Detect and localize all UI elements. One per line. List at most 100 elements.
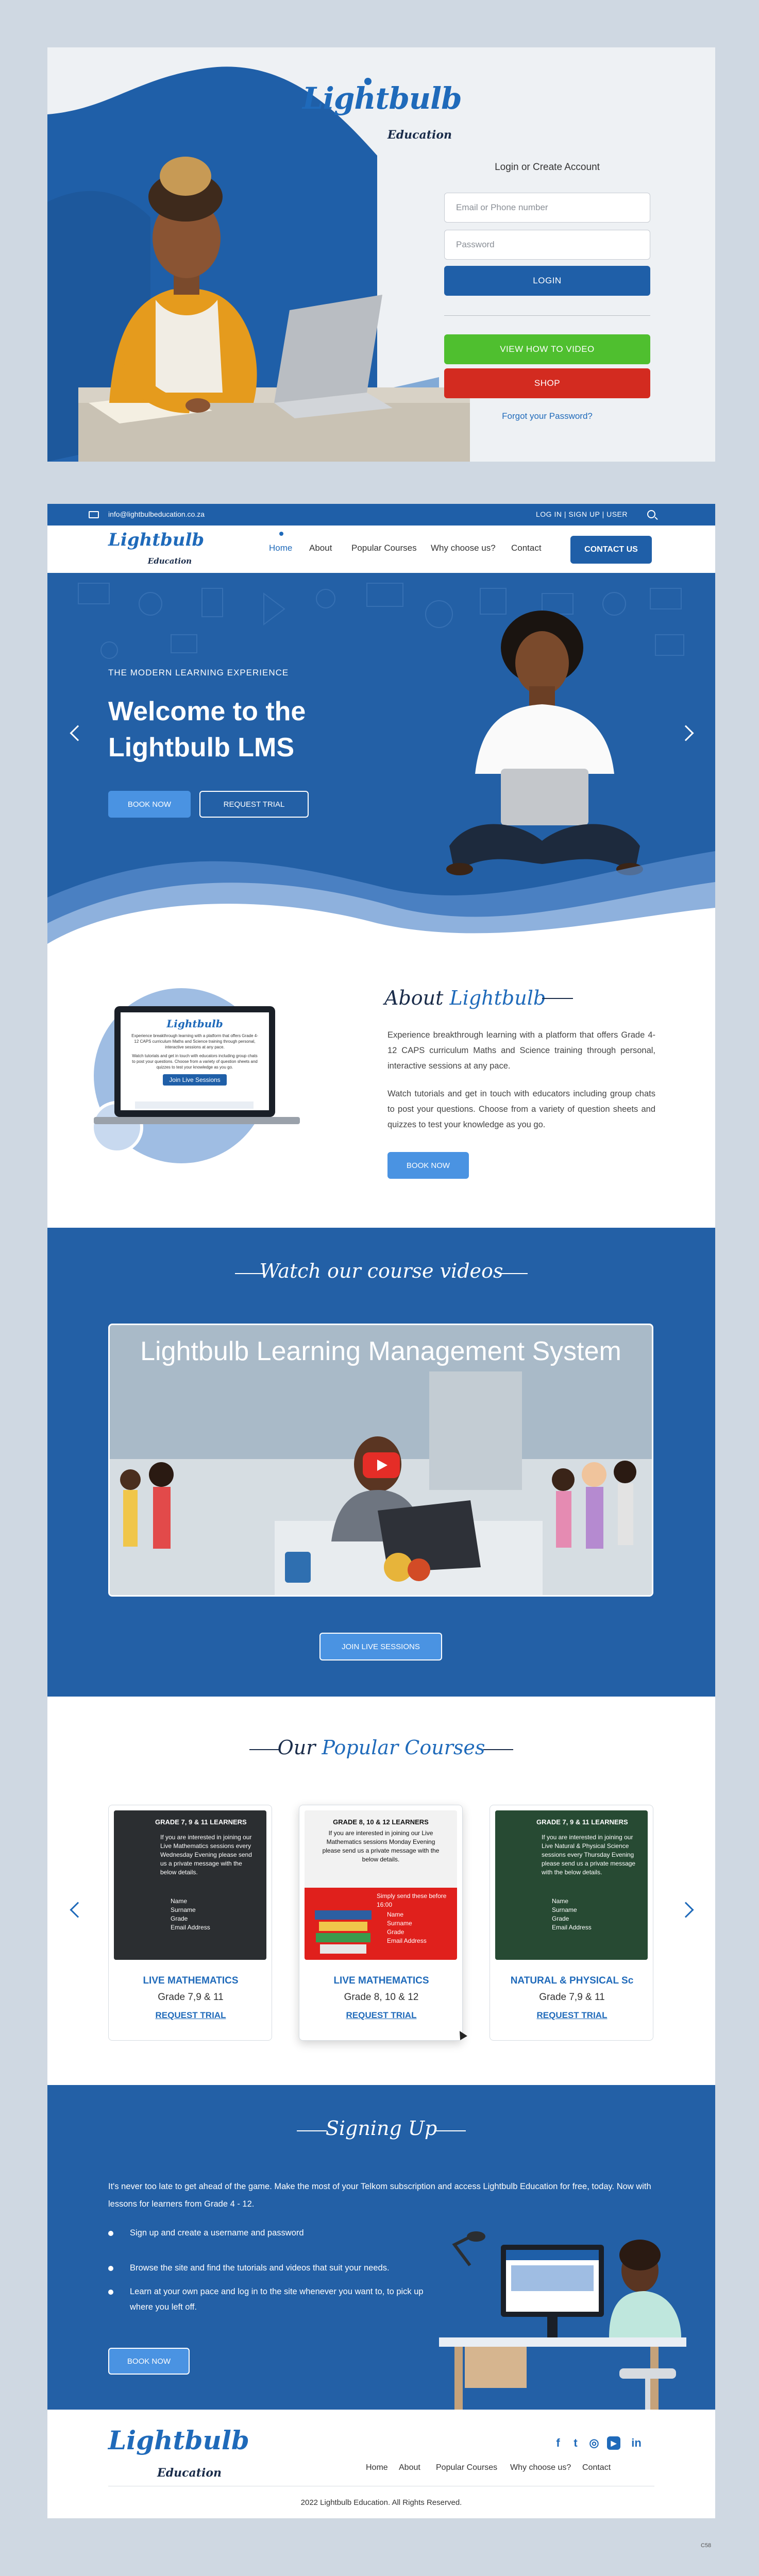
poster-list-item: Grade bbox=[552, 1915, 569, 1922]
website-card: info@lightbulbeducation.co.za LOG IN | S… bbox=[47, 504, 715, 2518]
login-heading: Login or Create Account bbox=[495, 162, 600, 173]
poster-list-item: Email Address bbox=[552, 1924, 592, 1931]
about-book-now-button[interactable]: BOOK NOW bbox=[387, 1152, 469, 1179]
footer-nav-about[interactable]: About bbox=[399, 2463, 420, 2472]
heading-line-right bbox=[498, 1273, 528, 1274]
poster-list-item: Surname bbox=[552, 1906, 577, 1913]
contact-us-button[interactable]: CONTACT US bbox=[570, 536, 652, 564]
about-heading-line bbox=[542, 998, 573, 999]
poster-heading: GRADE 7, 9 & 11 LEARNERS bbox=[155, 1818, 247, 1826]
courses-prev-arrow-icon[interactable] bbox=[70, 1902, 86, 1918]
signing-line-right bbox=[436, 2130, 466, 2131]
hero-request-trial-button[interactable]: REQUEST TRIAL bbox=[199, 791, 309, 818]
cartoon-students-right bbox=[552, 1461, 636, 1549]
view-video-button[interactable]: VIEW HOW TO VIDEO bbox=[444, 334, 650, 364]
nav-home[interactable]: Home bbox=[269, 543, 292, 553]
signing-book-now-button[interactable]: BOOK NOW bbox=[108, 2348, 190, 2375]
poster-list: Name Surname Grade Email Address bbox=[495, 1897, 648, 1932]
course-card[interactable]: GRADE 8, 10 & 12 LEARNERS If you are int… bbox=[299, 1805, 463, 2041]
course-request-trial-link[interactable]: REQUEST TRIAL bbox=[490, 2010, 653, 2021]
laptop-join-button: Join Live Sessions bbox=[163, 1074, 227, 1086]
signing-bullet: Learn at your own pace and log in to the… bbox=[108, 2284, 428, 2315]
video-title: Lightbulb Learning Management System bbox=[140, 1336, 621, 1366]
hero-title: Welcome to the Lightbulb LMS bbox=[108, 697, 306, 762]
hero-wave bbox=[47, 851, 715, 944]
youtube-icon[interactable]: ▶ bbox=[607, 2436, 620, 2450]
footer-nav-popular-courses[interactable]: Popular Courses bbox=[436, 2463, 497, 2472]
signing-bullet: Sign up and create a username and passwo… bbox=[108, 2225, 428, 2241]
nav-logo[interactable]: Lightbulb Education bbox=[108, 530, 204, 571]
main-navbar: Lightbulb Education Home About Popular C… bbox=[47, 526, 715, 573]
student-woman-image bbox=[78, 157, 470, 462]
mail-icon bbox=[89, 511, 99, 518]
signing-bullet-text: Sign up and create a username and passwo… bbox=[130, 2228, 304, 2238]
poster-list-item: Grade bbox=[387, 1928, 404, 1936]
poster-callout: Simply send these before 16:00 bbox=[377, 1892, 447, 1908]
signing-bullet-text: Browse the site and find the tutorials a… bbox=[130, 2263, 390, 2273]
about-heading-highlight: Lightbulb bbox=[449, 987, 546, 1009]
hero-banner: THE MODERN LEARNING EXPERIENCE Welcome t… bbox=[47, 573, 715, 944]
email-field[interactable]: Email or Phone number bbox=[444, 193, 650, 223]
signing-intro: It's never too late to get ahead of the … bbox=[108, 2182, 651, 2209]
courses-heading-plain: Our bbox=[277, 1736, 322, 1759]
footer-nav-home[interactable]: Home bbox=[366, 2463, 388, 2472]
course-request-trial-link[interactable]: REQUEST TRIAL bbox=[299, 2010, 462, 2021]
video-player[interactable]: Lightbulb Learning Management System bbox=[108, 1324, 653, 1597]
nav-popular-courses[interactable]: Popular Courses bbox=[351, 543, 417, 553]
course-card[interactable]: GRADE 7, 9 & 11 LEARNERS If you are inte… bbox=[490, 1805, 653, 2041]
login-logo: Lightbulb Education bbox=[302, 78, 462, 153]
poster-heading: GRADE 7, 9 & 11 LEARNERS bbox=[536, 1818, 628, 1826]
poster-list-item: Email Address bbox=[171, 1924, 210, 1931]
account-links[interactable]: LOG IN | SIGN UP | USER bbox=[536, 510, 628, 518]
facebook-icon[interactable]: f bbox=[551, 2436, 565, 2450]
bulb-icon bbox=[364, 78, 372, 85]
footer-nav-contact[interactable]: Contact bbox=[582, 2463, 611, 2472]
join-live-sessions-button[interactable]: JOIN LIVE SESSIONS bbox=[319, 1633, 442, 1660]
signing-bullet-text: Learn at your own pace and log in to the… bbox=[130, 2287, 424, 2312]
videos-heading: Watch our course videos bbox=[259, 1260, 503, 1282]
course-poster: GRADE 7, 9 & 11 LEARNERS If you are inte… bbox=[495, 1810, 648, 1960]
footer-nav-why-choose-us[interactable]: Why choose us? bbox=[510, 2463, 571, 2472]
login-button[interactable]: LOGIN bbox=[444, 266, 650, 296]
linkedin-icon[interactable]: in bbox=[630, 2436, 643, 2450]
laptop-text-2: Watch tutorials and get in touch with ed… bbox=[132, 1054, 258, 1070]
footer: Lightbulb Education f t ◎ ▶ in Home Abou… bbox=[47, 2410, 715, 2518]
courses-next-arrow-icon[interactable] bbox=[678, 1902, 694, 1918]
poster-list-item: Name bbox=[387, 1911, 404, 1918]
videos-section: Watch our course videos Lightbulb Learni… bbox=[47, 1228, 715, 1697]
courses-line-right bbox=[483, 1749, 513, 1750]
signing-line-left bbox=[297, 2130, 327, 2131]
password-field[interactable]: Password bbox=[444, 230, 650, 260]
course-poster: GRADE 8, 10 & 12 LEARNERS If you are int… bbox=[305, 1810, 457, 1960]
poster-list: Name Surname Grade Email Address bbox=[114, 1897, 266, 1932]
poster-list-item: Name bbox=[171, 1897, 188, 1905]
play-icon[interactable] bbox=[363, 1452, 400, 1478]
poster-list-item: Grade bbox=[171, 1915, 188, 1922]
about-heading: About Lightbulb bbox=[384, 987, 546, 1009]
course-name: LIVE MATHEMATICS bbox=[333, 1975, 429, 1986]
nav-about[interactable]: About bbox=[309, 543, 332, 553]
logo-subtitle: Education bbox=[387, 128, 452, 142]
poster-text: If you are interested in joining our Liv… bbox=[322, 1829, 440, 1863]
hero-book-now-button[interactable]: BOOK NOW bbox=[108, 791, 191, 818]
login-card: Lightbulb Education Login or Create Acco… bbox=[47, 47, 715, 462]
top-bar: info@lightbulbeducation.co.za LOG IN | S… bbox=[47, 504, 715, 526]
twitter-icon[interactable]: t bbox=[569, 2436, 582, 2450]
shop-button[interactable]: SHOP bbox=[444, 368, 650, 398]
footer-logo[interactable]: Lightbulb Education bbox=[108, 2425, 249, 2482]
poster-list-item: Name bbox=[552, 1897, 569, 1905]
course-card[interactable]: GRADE 7, 9 & 11 LEARNERS If you are inte… bbox=[108, 1805, 272, 2041]
corner-mark: C58 bbox=[701, 2543, 712, 2549]
search-icon[interactable] bbox=[647, 510, 655, 518]
forgot-password-link[interactable]: Forgot your Password? bbox=[444, 411, 650, 421]
course-request-trial-link[interactable]: REQUEST TRIAL bbox=[109, 2010, 272, 2021]
hero-kicker: THE MODERN LEARNING EXPERIENCE bbox=[108, 668, 289, 677]
instagram-icon[interactable]: ◎ bbox=[587, 2436, 601, 2450]
nav-why-choose-us[interactable]: Why choose us? bbox=[431, 543, 496, 553]
contact-email[interactable]: info@lightbulbeducation.co.za bbox=[108, 510, 205, 518]
student-desk-image bbox=[439, 2231, 686, 2410]
nav-contact[interactable]: Contact bbox=[511, 543, 542, 553]
course-name: NATURAL & PHYSICAL Sc bbox=[510, 1975, 634, 1986]
courses-line-left bbox=[249, 1749, 279, 1750]
about-paragraph-1: Experience breakthrough learning with a … bbox=[387, 1030, 655, 1071]
